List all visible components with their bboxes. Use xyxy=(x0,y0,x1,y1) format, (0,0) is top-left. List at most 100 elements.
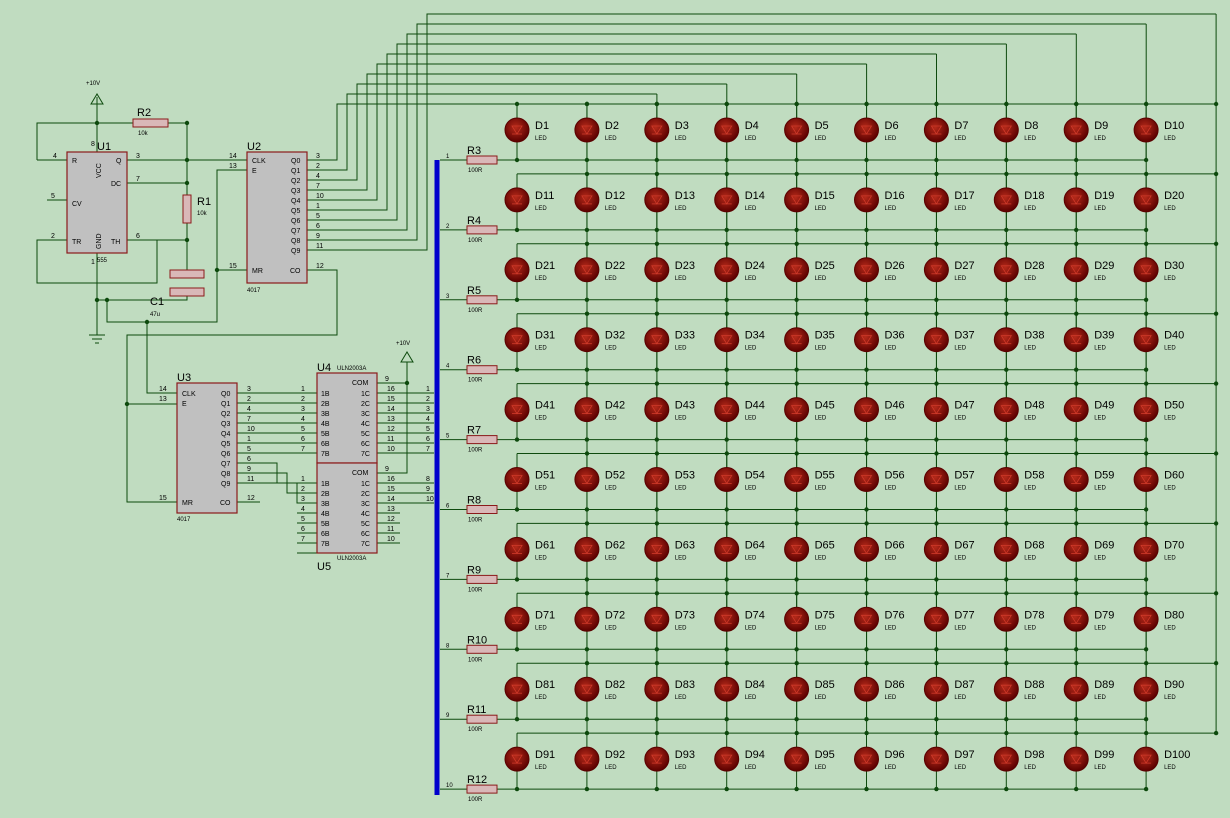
junction-dot xyxy=(724,171,729,177)
u5-input-pin: 3 xyxy=(301,496,305,503)
u4-output-pin: 16 xyxy=(387,386,395,393)
led-ref: D14 xyxy=(745,190,765,202)
led-type: LED xyxy=(1094,695,1106,701)
led-ref: D93 xyxy=(675,749,695,761)
junction-dot xyxy=(1074,730,1079,736)
junction-dot xyxy=(864,507,869,512)
u2-output-pin: 5 xyxy=(316,213,320,220)
junction-dot xyxy=(584,730,590,736)
driver-u5: U5 ULN2003A COM 9 xyxy=(316,462,389,573)
junction-dot xyxy=(1144,521,1149,526)
led-ref: D97 xyxy=(954,749,974,761)
led-type: LED xyxy=(675,555,687,561)
row-resistor-ref: R3 xyxy=(467,145,481,157)
u3-output-label: Q8 xyxy=(221,471,230,478)
led-diode xyxy=(1063,746,1089,772)
led-type: LED xyxy=(954,765,966,771)
pin-num-vcc: 8 xyxy=(91,141,95,148)
led-diode xyxy=(923,397,949,423)
led-diode xyxy=(1063,327,1089,353)
led-diode xyxy=(854,676,879,702)
led-ref: D59 xyxy=(1094,470,1114,482)
led-ref: D29 xyxy=(1094,260,1114,272)
u2-output-label: Q6 xyxy=(291,218,300,225)
led-type: LED xyxy=(815,486,827,492)
led-ref: D18 xyxy=(1024,190,1044,202)
u5-part: ULN2003A xyxy=(337,556,366,562)
led-type: LED xyxy=(1024,555,1036,561)
junction-dot xyxy=(934,381,939,386)
led-ref: D58 xyxy=(1024,470,1044,482)
junction-dot xyxy=(724,227,729,233)
junction-dot xyxy=(654,730,660,736)
led-ref: D57 xyxy=(954,470,974,482)
led-type: LED xyxy=(1164,276,1176,282)
u4-input-pin: 4 xyxy=(301,416,305,423)
u3-mr-pin: 15 xyxy=(159,495,167,502)
junction-dot xyxy=(1004,101,1009,107)
u4-com-label: COM xyxy=(352,380,369,387)
junction-dot xyxy=(1213,241,1219,246)
u2-output-label: Q3 xyxy=(291,188,300,195)
u4-input-label: 2B xyxy=(321,401,330,408)
u3-output-label: Q4 xyxy=(221,431,230,438)
led-diode xyxy=(784,397,810,423)
led-ref: D47 xyxy=(954,400,974,412)
junction-dot xyxy=(934,591,939,596)
u2-output-pin: 10 xyxy=(316,193,324,200)
pin-num-tr: 2 xyxy=(51,233,55,240)
led-diode xyxy=(574,467,600,492)
led-diode xyxy=(854,746,879,772)
led-diode xyxy=(644,606,670,632)
led-diode xyxy=(714,746,740,772)
pin-label-th: TH xyxy=(111,239,120,246)
junction-dot xyxy=(584,647,590,652)
u3-output-label: Q2 xyxy=(221,411,230,418)
led-diode xyxy=(993,327,1019,353)
junction-dot xyxy=(1144,730,1149,736)
u3-output-label: Q9 xyxy=(221,481,230,488)
junction-dot xyxy=(794,227,799,233)
junction-dot xyxy=(654,381,660,386)
junction-dot xyxy=(1074,297,1079,302)
row-resistor-ref: R5 xyxy=(467,285,481,297)
bus-number: 10 xyxy=(446,783,453,789)
junction-dot xyxy=(1004,367,1009,372)
led-type: LED xyxy=(605,695,617,701)
led-type: LED xyxy=(745,695,757,701)
junction-dot xyxy=(1004,157,1009,163)
led-diode xyxy=(854,117,879,143)
u5-input-pin: 7 xyxy=(301,536,305,543)
u3-output-label: Q0 xyxy=(221,391,230,398)
led-diode xyxy=(1133,536,1159,562)
u3-output-pin: 3 xyxy=(247,386,251,393)
junction-dot xyxy=(934,451,939,456)
bus-tap-number: 1 xyxy=(426,386,430,393)
junction-dot xyxy=(654,786,659,792)
bus-number: 1 xyxy=(446,154,450,160)
junction-dot xyxy=(144,319,150,325)
junction-dot xyxy=(1004,171,1009,177)
led-type: LED xyxy=(1024,136,1036,142)
led-diode xyxy=(923,467,949,492)
u2-output-label: Q7 xyxy=(291,228,300,235)
ground-icon xyxy=(89,334,105,344)
led-diode xyxy=(644,746,670,772)
led-ref: D1 xyxy=(535,120,549,132)
u4-output-pin: 12 xyxy=(387,426,395,433)
led-ref: D96 xyxy=(885,749,905,761)
led-type: LED xyxy=(885,346,897,352)
supply-symbol-555: +10V xyxy=(86,81,104,105)
supply-label-uln: +10V xyxy=(396,341,410,347)
junction-dot xyxy=(864,367,869,372)
junction-dot xyxy=(184,157,190,163)
led-type: LED xyxy=(1024,416,1036,422)
led-diode xyxy=(574,117,600,143)
led-type: LED xyxy=(885,765,897,771)
pin-label-vcc: VCC xyxy=(96,163,103,178)
junction-dot xyxy=(724,591,729,596)
junction-dot xyxy=(934,577,939,582)
u3-output-pin: 11 xyxy=(247,476,254,483)
led-ref: D34 xyxy=(745,330,765,342)
led-diode xyxy=(854,467,879,492)
